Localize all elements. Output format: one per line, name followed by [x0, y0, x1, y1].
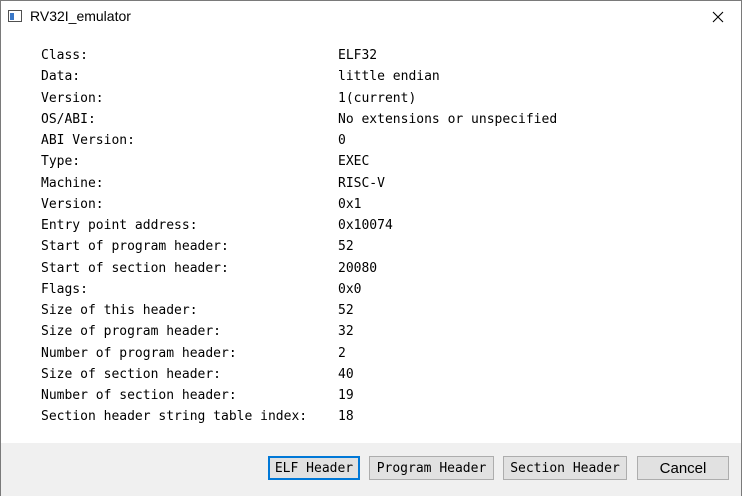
- info-label: Type:: [41, 154, 81, 169]
- info-value: 20080: [338, 261, 378, 276]
- info-label: Flags:: [41, 282, 88, 297]
- info-value: 0x0: [338, 282, 362, 297]
- button-bar: ELF Header Program Header Section Header…: [1, 443, 741, 496]
- cancel-button[interactable]: Cancel: [637, 456, 729, 480]
- info-label: Number of section header:: [41, 388, 237, 403]
- close-button[interactable]: [695, 1, 741, 32]
- app-window-icon: [8, 10, 22, 22]
- info-value: No extensions or unspecified: [338, 112, 558, 127]
- info-label: Start of section header:: [41, 261, 229, 276]
- info-label: Section header string table index:: [41, 409, 308, 424]
- info-value: ELF32: [338, 48, 378, 63]
- info-value: 1(current): [338, 91, 417, 106]
- info-value: 19: [338, 388, 354, 403]
- info-label: OS/ABI:: [41, 112, 96, 127]
- program-header-button[interactable]: Program Header: [369, 456, 494, 480]
- elf-header-info: Class: ELF32 Data: little endian Version…: [1, 32, 741, 443]
- info-value: EXEC: [338, 154, 370, 169]
- section-header-button[interactable]: Section Header: [503, 456, 627, 480]
- elf-header-button[interactable]: ELF Header: [268, 456, 360, 480]
- info-label: Machine:: [41, 176, 104, 191]
- window-title: RV32I_emulator: [30, 8, 131, 24]
- close-icon: [712, 11, 724, 22]
- info-value: 0x1: [338, 197, 362, 212]
- info-label: Version:: [41, 91, 104, 106]
- info-label: Class:: [41, 48, 88, 63]
- info-label: Start of program header:: [41, 239, 229, 254]
- info-value: 18: [338, 409, 354, 424]
- info-label: Version:: [41, 197, 104, 212]
- info-label: Size of program header:: [41, 324, 222, 339]
- info-label: Entry point address:: [41, 218, 198, 233]
- info-label: Size of section header:: [41, 367, 222, 382]
- info-value: 0x10074: [338, 218, 393, 233]
- info-value: little endian: [338, 69, 440, 84]
- info-label: Size of this header:: [41, 303, 198, 318]
- info-value: 32: [338, 324, 354, 339]
- info-label: ABI Version:: [41, 133, 135, 148]
- info-label: Number of program header:: [41, 346, 237, 361]
- info-value: 52: [338, 303, 354, 318]
- info-value: RISC-V: [338, 176, 385, 191]
- title-bar: RV32I_emulator: [1, 1, 741, 32]
- info-value: 52: [338, 239, 354, 254]
- info-value: 40: [338, 367, 354, 382]
- info-value: 0: [338, 133, 346, 148]
- info-value: 2: [338, 346, 346, 361]
- info-label: Data:: [41, 69, 81, 84]
- elf-info-dialog: RV32I_emulator Class: ELF32 Data: little…: [0, 0, 742, 496]
